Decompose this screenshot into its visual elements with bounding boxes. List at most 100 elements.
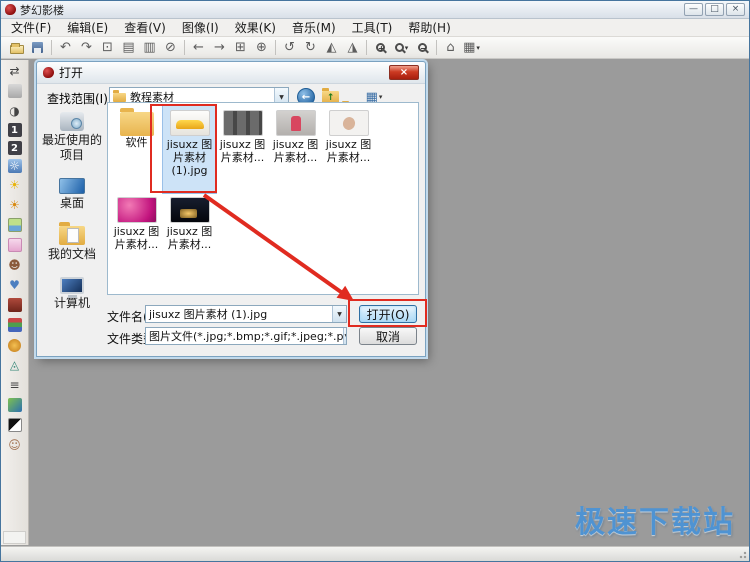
place-recent-items[interactable]: 最近使用的项目 xyxy=(41,112,103,163)
menu-help[interactable]: 帮助(H) xyxy=(400,18,458,37)
home-icon[interactable]: ⌂ xyxy=(440,38,461,57)
brightness-icon[interactable]: ☀ xyxy=(7,177,23,193)
app-window: 梦幻影楼 — □ × 文件(F) 编辑(E) 查看(V) 图像(I) 效果(K)… xyxy=(0,0,750,562)
cancel-button[interactable]: 取消 xyxy=(359,327,417,345)
pink-frame-icon[interactable] xyxy=(7,237,23,253)
menu-image[interactable]: 图像(I) xyxy=(174,18,227,37)
favorite-icon[interactable]: ♥ xyxy=(7,277,23,293)
menu-music[interactable]: 音乐(M) xyxy=(284,18,344,37)
file-type-combobox[interactable]: 图片文件(*.jpg;*.bmp;*.gif;*.jpeg;*.p ▼ xyxy=(145,327,347,345)
places-bar: 最近使用的项目 桌面 我的文档 计算机 xyxy=(41,112,103,326)
flip-vertical-icon[interactable]: ◮ xyxy=(342,38,363,57)
place-label: 桌面 xyxy=(41,196,103,211)
dialog-title: 打开 xyxy=(59,64,389,81)
compare-icon[interactable]: ◑ xyxy=(7,103,23,119)
close-button[interactable]: × xyxy=(726,3,745,16)
file-label: jisuxz 图片素材... xyxy=(165,225,215,251)
file-label: jisuxz 图片素材... xyxy=(218,138,268,164)
folder-icon xyxy=(120,112,154,136)
toolbar-separator xyxy=(275,40,276,55)
folder-icon xyxy=(113,93,126,102)
dialog-title-bar: 打开 × xyxy=(37,62,425,84)
resize-icon[interactable]: ⊞ xyxy=(230,38,251,57)
exposure-icon[interactable]: ☀ xyxy=(7,197,23,213)
layer-icon[interactable] xyxy=(7,83,23,99)
chevron-down-icon: ▾ xyxy=(405,44,409,52)
redo-icon[interactable]: ↷ xyxy=(76,38,97,57)
delete-icon[interactable]: ⊘ xyxy=(160,38,181,57)
rotate-right-icon[interactable]: ↻ xyxy=(300,38,321,57)
file-type-value: 图片文件(*.jpg;*.bmp;*.gif;*.jpeg;*.p xyxy=(149,328,343,344)
black-white-icon[interactable] xyxy=(7,417,23,433)
rotate-left-icon[interactable]: ↺ xyxy=(279,38,300,57)
face-icon[interactable]: ☺ xyxy=(7,437,23,453)
shape-icon[interactable]: ◬ xyxy=(7,357,23,373)
file-item[interactable]: jisuxz 图片素材... xyxy=(163,193,216,280)
red-filter-icon[interactable] xyxy=(7,297,23,313)
annotation-box-selected-file xyxy=(150,104,217,193)
watermark-text: 极速下载站 xyxy=(575,497,735,541)
frame-1-icon[interactable]: 1 xyxy=(8,123,22,137)
color-bands-icon[interactable] xyxy=(7,317,23,333)
text-tool-icon[interactable]: ≡ xyxy=(7,377,23,393)
zoom-level-icon[interactable]: ▾ xyxy=(391,38,412,57)
menu-tools[interactable]: 工具(T) xyxy=(344,18,401,37)
dropdown-arrow-icon[interactable]: ▼ xyxy=(343,328,347,344)
image-options-icon[interactable]: ▦▾ xyxy=(461,38,482,57)
recent-items-icon xyxy=(60,112,84,131)
file-label: jisuxz 图片素材... xyxy=(112,225,162,251)
place-my-documents[interactable]: 我的文档 xyxy=(41,226,103,262)
file-name-value: jisuxz 图片素材 (1).jpg xyxy=(149,306,267,322)
chevron-down-icon: ▾ xyxy=(476,44,480,52)
landscape-template-icon[interactable] xyxy=(7,217,23,233)
frame-2-icon[interactable]: 2 xyxy=(8,141,22,155)
gradient-icon[interactable] xyxy=(7,397,23,413)
resize-grip[interactable] xyxy=(737,549,747,559)
file-label: jisuxz 图片素材... xyxy=(324,138,374,164)
previous-image-icon[interactable]: ← xyxy=(188,38,209,57)
portrait-template-icon[interactable]: ☻ xyxy=(7,257,23,273)
open-dialog: 打开 × 查找范围(I): 教程素材 ▼ ← ↑ + ▦▾ 最近使用的项目 桌面 xyxy=(36,61,426,357)
place-desktop[interactable]: 桌面 xyxy=(41,178,103,211)
maximize-button[interactable]: □ xyxy=(705,3,724,16)
menu-effects[interactable]: 效果(K) xyxy=(227,18,284,37)
place-label: 最近使用的项目 xyxy=(41,133,103,163)
annotation-box-open-button xyxy=(348,299,427,327)
flip-horizontal-icon[interactable]: ◭ xyxy=(321,38,342,57)
zoom-in-icon[interactable]: + xyxy=(370,38,391,57)
dropdown-arrow-icon[interactable]: ▼ xyxy=(332,306,346,322)
window-title: 梦幻影楼 xyxy=(20,2,682,18)
copy-icon[interactable]: ▤ xyxy=(118,38,139,57)
toolbar-separator xyxy=(366,40,367,55)
cool-filter-icon[interactable]: ☼ xyxy=(8,159,22,173)
dialog-logo-icon xyxy=(43,67,54,78)
menu-bar: 文件(F) 编辑(E) 查看(V) 图像(I) 效果(K) 音乐(M) 工具(T… xyxy=(1,19,749,37)
menu-file[interactable]: 文件(F) xyxy=(3,18,59,37)
next-image-icon[interactable]: → xyxy=(209,38,230,57)
open-icon[interactable] xyxy=(6,38,27,57)
undo-icon[interactable]: ↶ xyxy=(55,38,76,57)
dialog-close-button[interactable]: × xyxy=(389,65,419,80)
zoom-out-icon[interactable]: − xyxy=(412,38,433,57)
minimize-button[interactable]: — xyxy=(684,3,703,16)
place-computer[interactable]: 计算机 xyxy=(41,277,103,311)
look-in-label: 查找范围(I): xyxy=(47,90,112,107)
paste-icon[interactable]: ▥ xyxy=(139,38,160,57)
file-item[interactable]: jisuxz 图片素材... xyxy=(216,106,269,193)
image-thumbnail xyxy=(329,110,369,136)
crop-icon[interactable]: ⊡ xyxy=(97,38,118,57)
my-documents-icon xyxy=(59,226,85,245)
file-item[interactable]: jisuxz 图片素材... xyxy=(269,106,322,193)
file-item[interactable]: jisuxz 图片素材... xyxy=(110,193,163,280)
badge-icon[interactable] xyxy=(7,337,23,353)
menu-edit[interactable]: 编辑(E) xyxy=(59,18,116,37)
file-item[interactable]: jisuxz 图片素材... xyxy=(322,106,375,193)
menu-view[interactable]: 查看(V) xyxy=(116,18,174,37)
toolbar-separator xyxy=(436,40,437,55)
transfer-icon[interactable]: ⇄ xyxy=(7,63,23,79)
canvas-size-icon[interactable]: ⊕ xyxy=(251,38,272,57)
file-label: jisuxz 图片素材... xyxy=(271,138,321,164)
file-name-combobox[interactable]: jisuxz 图片素材 (1).jpg ▼ xyxy=(145,305,347,323)
save-icon[interactable] xyxy=(27,38,48,57)
app-logo-icon xyxy=(5,4,16,15)
